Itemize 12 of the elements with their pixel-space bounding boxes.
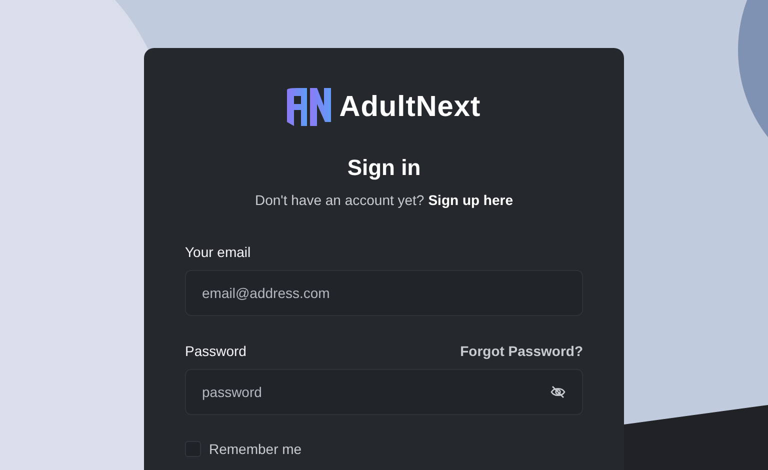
forgot-password-link[interactable]: Forgot Password? [460,343,583,359]
logo-icon [287,88,332,126]
password-field[interactable]: password [185,369,583,415]
email-field[interactable]: email@address.com [185,270,583,316]
hidden-eye-icon[interactable] [550,384,566,400]
sign-up-link[interactable]: Sign up here [428,192,514,208]
page-title: Sign in [346,155,422,181]
password-label: Password [185,343,246,359]
remember-label: Remember me [209,441,302,457]
logo-wordmark: AdultNext [339,90,481,124]
signup-prompt: Don't have an account yet? [254,192,424,208]
email-label: Your email [185,244,251,260]
